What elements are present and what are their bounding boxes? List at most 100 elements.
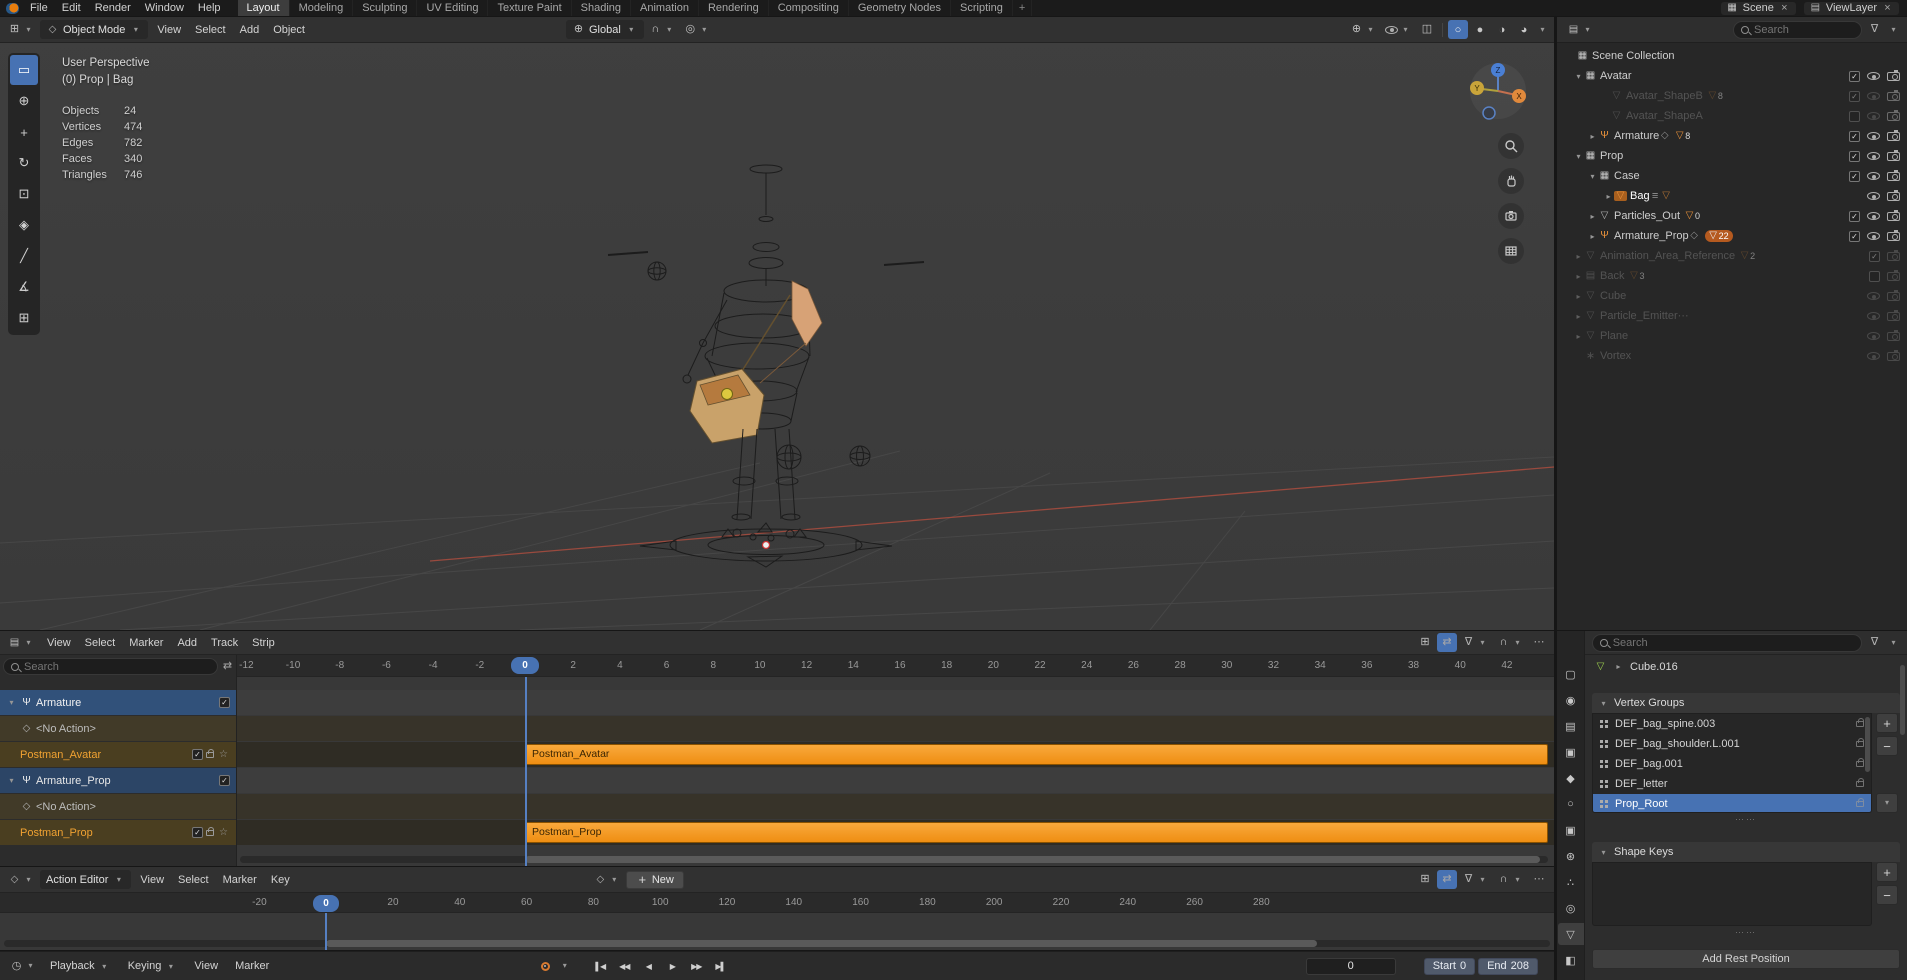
marker-menu[interactable]: Marker (228, 958, 276, 974)
outliner-row-vortex[interactable]: Vortex (1557, 346, 1907, 366)
current-frame-field[interactable]: 0 (1306, 958, 1396, 975)
workspace-tab[interactable]: Layout (238, 0, 290, 16)
solo-star-icon[interactable] (217, 828, 230, 838)
disable-render-icon[interactable] (1887, 112, 1900, 121)
nla-ruler[interactable]: -12-10-8-6-4-202468101214161820222426283… (237, 655, 1554, 677)
workspace-tab[interactable]: Compositing (769, 0, 849, 16)
outliner-row-particle-emitter[interactable]: Particle_Emitter (1557, 306, 1907, 326)
exclude-checkbox[interactable] (1849, 151, 1860, 162)
nla-strip-postman-prop[interactable]: Postman_Prop (525, 822, 1548, 843)
outliner-row-case[interactable]: Case (1557, 166, 1907, 186)
nla-menu-item[interactable]: Select (78, 635, 123, 651)
remove-shape-key-button[interactable] (1876, 885, 1898, 905)
move-tool[interactable]: + (10, 117, 38, 147)
disable-render-icon[interactable] (1887, 132, 1900, 141)
outliner-row-particles-out[interactable]: Particles_Out 0 (1557, 206, 1907, 226)
chevron-down-icon[interactable] (1887, 26, 1900, 34)
unlink-scene-icon[interactable] (1778, 3, 1791, 14)
lock-icon[interactable] (1856, 761, 1864, 767)
outliner-row-avatar-shapeb[interactable]: Avatar_ShapeB 8 (1557, 86, 1907, 106)
menu-item[interactable]: Help (191, 0, 228, 16)
transform-orientation-selector[interactable]: Global (566, 20, 644, 39)
disable-render-icon[interactable] (1887, 72, 1900, 81)
keying-set-dropdown-icon[interactable] (558, 962, 571, 970)
scene-selector[interactable]: Scene (1721, 2, 1796, 15)
current-frame-indicator[interactable]: 0 (511, 657, 539, 674)
disclosure-closed-icon[interactable] (1573, 332, 1584, 341)
outliner-search-input[interactable] (1754, 24, 1854, 36)
disable-render-icon[interactable] (1887, 212, 1900, 221)
exclude-checkbox[interactable] (1869, 251, 1880, 262)
nla-view-toggle-button[interactable] (1415, 633, 1435, 652)
workspace-tab[interactable]: Texture Paint (488, 0, 571, 16)
nla-menu-item[interactable]: Marker (122, 635, 170, 651)
cursor-tool[interactable]: ⊕ (10, 86, 38, 116)
next-keyframe-button[interactable]: ▶▶ (685, 957, 707, 975)
nla-search-input[interactable] (24, 661, 124, 673)
disable-render-icon[interactable] (1887, 92, 1900, 101)
hide-eye-icon[interactable] (1867, 332, 1880, 340)
outliner-row-animation-area-reference[interactable]: Animation_Area_Reference 2 (1557, 246, 1907, 266)
disclosure-closed-icon[interactable] (1603, 192, 1614, 201)
view-layer-tab[interactable]: ▣ (1558, 741, 1584, 763)
nla-track-no-action-1[interactable]: <No Action> (0, 716, 1554, 741)
auto-keyframe-button[interactable] (534, 957, 556, 975)
menu-item[interactable]: Edit (55, 0, 88, 16)
vertex-group-row-selected[interactable]: Prop_Root (1593, 794, 1871, 813)
blender-logo-icon[interactable] (6, 3, 19, 14)
outliner-row-plane[interactable]: Plane (1557, 326, 1907, 346)
shading-dropdown-icon[interactable] (1536, 26, 1549, 34)
play-button[interactable]: ▶ (661, 957, 683, 975)
chevron-down-icon[interactable] (1887, 639, 1900, 647)
annotate-tool[interactable]: ╱ (10, 241, 38, 271)
shading-material-button[interactable]: ◑ (1492, 20, 1512, 39)
current-frame-line[interactable] (525, 677, 527, 866)
mute-checkbox[interactable] (219, 697, 230, 708)
mode-selector[interactable]: Object Mode (40, 20, 148, 39)
shading-wireframe-button[interactable]: ○ (1448, 20, 1468, 39)
frame-start-field[interactable]: Start 0 (1424, 958, 1475, 975)
nla-options-button[interactable] (1529, 633, 1549, 652)
nla-sync-button[interactable] (1437, 633, 1457, 652)
action-view-toggle-button[interactable] (1415, 870, 1435, 889)
scrollbar-handle[interactable] (525, 856, 1540, 863)
nla-search[interactable] (3, 658, 218, 675)
scrollbar-handle[interactable] (326, 940, 1317, 947)
disclosure-closed-icon[interactable] (1573, 292, 1584, 301)
zoom-button[interactable] (1498, 133, 1524, 159)
solo-star-icon[interactable] (217, 750, 230, 760)
disclosure-open-icon[interactable] (1573, 72, 1584, 81)
properties-search[interactable] (1592, 634, 1862, 652)
lock-icon[interactable] (206, 752, 214, 758)
pan-button[interactable] (1498, 168, 1524, 194)
disable-render-icon[interactable] (1887, 192, 1900, 201)
browse-action-button[interactable] (591, 870, 624, 889)
add-rest-position-button[interactable]: Add Rest Position (1592, 949, 1900, 969)
action-menu-item[interactable]: Marker (216, 872, 264, 888)
rotate-tool[interactable]: ↻ (10, 148, 38, 178)
toggle-ortho-button[interactable] (1498, 238, 1524, 264)
disable-render-icon[interactable] (1887, 272, 1900, 281)
keying-menu[interactable]: Keying (121, 958, 185, 974)
jump-to-end-button[interactable]: ▶▌ (709, 957, 731, 975)
disable-render-icon[interactable] (1887, 152, 1900, 161)
lock-icon[interactable] (1856, 801, 1864, 807)
disable-render-icon[interactable] (1887, 292, 1900, 301)
mute-checkbox[interactable] (192, 827, 203, 838)
exclude-checkbox[interactable] (1849, 91, 1860, 102)
nla-menu-item[interactable]: Strip (245, 635, 282, 651)
workspace-tab[interactable]: Sculpting (353, 0, 417, 16)
nla-menu-item[interactable]: Add (170, 635, 204, 651)
disable-render-icon[interactable] (1887, 172, 1900, 181)
panel-resize-grip[interactable] (1592, 813, 1900, 826)
vertex-group-row[interactable]: DEF_bag_shoulder.L.001 (1593, 734, 1871, 754)
exclude-checkbox[interactable] (1849, 171, 1860, 182)
action-snap-button[interactable] (1494, 870, 1527, 889)
hide-eye-icon[interactable] (1867, 132, 1880, 140)
workspace-tab[interactable]: Animation (631, 0, 699, 16)
hide-eye-icon[interactable] (1867, 112, 1880, 120)
action-editor-type-button[interactable] (5, 870, 38, 889)
workspace-tab[interactable]: Scripting (951, 0, 1013, 16)
remove-viewlayer-icon[interactable] (1881, 3, 1894, 14)
nla-track-postman-prop[interactable]: Postman_Prop Postman_Prop (0, 820, 1554, 845)
